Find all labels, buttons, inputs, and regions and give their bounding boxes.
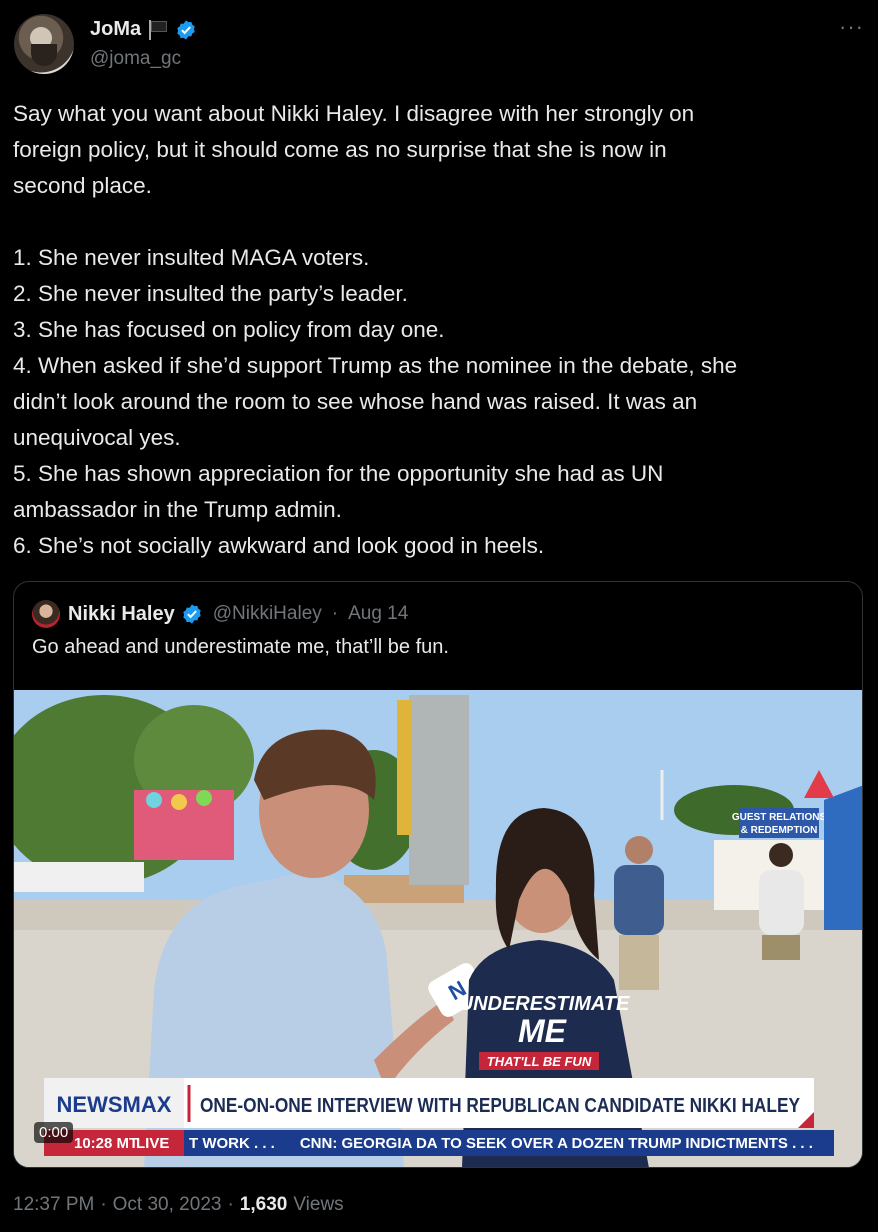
ticker-text: T WORK . . . CNN: GEORGIA DA TO SEEK OVE…	[189, 1135, 813, 1152]
tweet-time[interactable]: 12:37 PM	[13, 1194, 94, 1216]
quoted-author-avatar[interactable]	[32, 600, 60, 628]
video-duration-badge: 0:00	[34, 1122, 74, 1143]
separator-dot: ·	[100, 1194, 107, 1215]
tweet-line: second place.	[13, 173, 152, 198]
tweet-date[interactable]: Oct 30, 2023	[113, 1194, 222, 1216]
tweet-line: ambassador in the Trump admin.	[13, 497, 342, 522]
separator-dot: ·	[331, 603, 339, 624]
more-options-icon[interactable]: ···	[839, 14, 864, 40]
quoted-tweet-text: Go ahead and underestimate me, that’ll b…	[32, 636, 449, 658]
author-handle[interactable]: @joma_gc	[90, 48, 181, 70]
tweet-line: 6. She’s not socially awkward and look g…	[13, 533, 545, 558]
views-label[interactable]: Views	[293, 1194, 343, 1216]
quoted-author-name[interactable]: Nikki Haley	[68, 603, 175, 626]
author-name-row: JoMa	[90, 18, 197, 41]
tweet-line: 3. She has focused on policy from day on…	[13, 317, 445, 342]
tweet-header: JoMa @joma_gc ···	[14, 14, 864, 74]
tweet-line: unequivocal yes.	[13, 425, 181, 450]
tweet-line: didn’t look around the room to see whose…	[13, 389, 698, 414]
ticker-time: 10:28 MT	[74, 1135, 138, 1152]
black-flag-icon	[147, 19, 169, 40]
sign-text-line-1: GUEST RELATIONS	[732, 812, 827, 823]
tweet-footer: 12:37 PM · Oct 30, 2023 · 1,630 Views	[13, 1194, 344, 1216]
quoted-author-handle[interactable]: @NikkiHaley	[213, 603, 322, 625]
banner-headline: ONE-ON-ONE INTERVIEW WITH REPUBLICAN CAN…	[200, 1095, 801, 1117]
newsmax-logo: NEWSMAX	[57, 1092, 172, 1117]
separator-dot: ·	[227, 1194, 234, 1215]
quoted-date[interactable]: Aug 14	[348, 603, 408, 625]
tweet-line: 5. She has shown appreciation for the op…	[13, 461, 664, 486]
verified-badge-icon	[183, 604, 201, 624]
tweet-line: Say what you want about Nikki Haley. I d…	[13, 101, 695, 126]
tweet-text: Say what you want about Nikki Haley. I d…	[13, 96, 865, 564]
tweet-line: 2. She never insulted the party’s leader…	[13, 281, 408, 306]
video-frame: GUEST RELATIONS & REDEMPTION N UNDERESTI…	[14, 690, 862, 1167]
shirt-line-1: UNDERESTIMATE	[459, 993, 630, 1015]
author-avatar[interactable]	[14, 14, 74, 74]
author-name[interactable]: JoMa	[90, 18, 141, 41]
quoted-tweet-header: Nikki Haley @NikkiHaley · Aug 14	[32, 600, 408, 628]
shirt-line-2: ME	[518, 1013, 568, 1049]
views-count[interactable]: 1,630	[240, 1194, 288, 1216]
tweet-line: 1. She never insulted MAGA voters.	[13, 245, 370, 270]
ticker-live: LIVE	[136, 1135, 169, 1152]
tweet-line: foreign policy, but it should come as no…	[13, 137, 667, 162]
tweet-line: 4. When asked if she’d support Trump as …	[13, 353, 738, 378]
quoted-video[interactable]: GUEST RELATIONS & REDEMPTION N UNDERESTI…	[14, 690, 862, 1167]
tweet-line-blank	[13, 204, 865, 240]
shirt-line-3: THAT'LL BE FUN	[487, 1054, 592, 1069]
verified-badge-icon	[177, 19, 195, 40]
quoted-tweet-card[interactable]: Nikki Haley @NikkiHaley · Aug 14 Go ahea…	[13, 581, 863, 1168]
sign-text-line-2: & REDEMPTION	[741, 825, 818, 836]
